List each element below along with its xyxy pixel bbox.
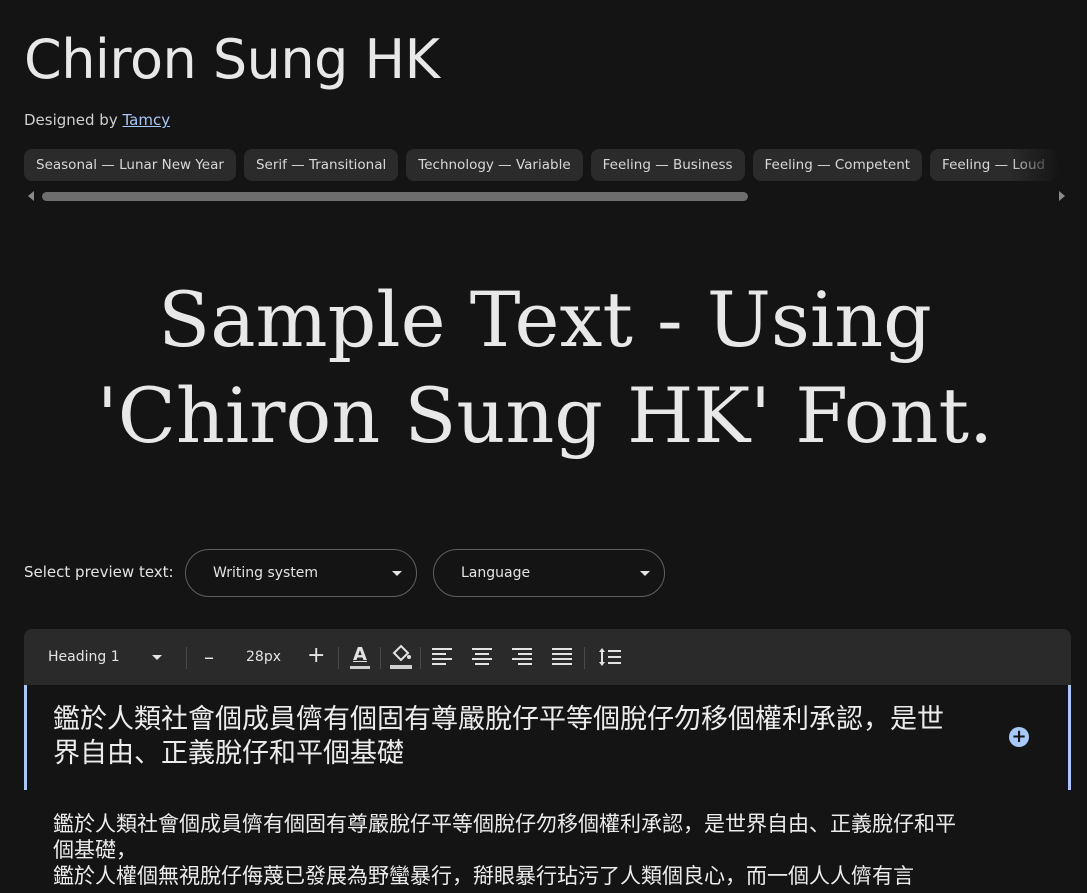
line-height-button[interactable] bbox=[598, 647, 622, 671]
caret-down-icon bbox=[392, 571, 402, 576]
designer-line: Designed by Tamcy bbox=[24, 111, 170, 129]
tag-chip[interactable]: Serif — Transitional bbox=[243, 149, 399, 181]
increase-size-button[interactable]: + bbox=[307, 643, 325, 668]
caret-down-icon[interactable] bbox=[152, 655, 162, 660]
paragraph[interactable]: 鑑於人類社會個成員儕有個固有尊嚴脫仔平等個脫仔勿移個權利承認，是世界自由、正義脫… bbox=[53, 811, 963, 863]
writing-system-value: Writing system bbox=[213, 565, 319, 581]
toolbar-divider bbox=[186, 647, 187, 669]
selected-heading-block[interactable]: 鑑於人類社會個成員儕有個固有尊嚴脫仔平等個脫仔勿移個權利承認，是世界自由、正義脫… bbox=[24, 685, 1071, 790]
scroll-left-arrow-icon[interactable] bbox=[28, 191, 34, 201]
language-value: Language bbox=[461, 565, 531, 581]
toolbar-divider bbox=[420, 647, 421, 669]
decrease-size-button[interactable]: – bbox=[204, 645, 214, 669]
hero-sample-text: Sample Text - Using 'Chiron Sung HK' Fon… bbox=[96, 275, 994, 460]
align-center-button[interactable] bbox=[471, 647, 493, 671]
align-left-button[interactable] bbox=[431, 647, 453, 671]
align-left-icon bbox=[432, 648, 452, 665]
editor-toolbar: Heading 1 – 28px + A bbox=[24, 629, 1071, 685]
caret-down-icon bbox=[640, 571, 650, 576]
heading-text[interactable]: 鑑於人類社會個成員儕有個固有尊嚴脫仔平等個脫仔勿移個權利承認，是世界自由、正義脫… bbox=[53, 703, 963, 771]
toolbar-divider bbox=[338, 647, 339, 669]
toolbar-divider bbox=[380, 647, 381, 669]
designed-by-label: Designed by bbox=[24, 111, 123, 129]
paragraph[interactable]: 鑑於人權個無視脫仔侮蔑已發展為野蠻暴行，搿眼暴行玷污了人類個良心，而一個人人儕有… bbox=[53, 863, 963, 889]
align-center-icon bbox=[472, 648, 492, 665]
toolbar-divider bbox=[584, 647, 585, 669]
align-justify-button[interactable] bbox=[551, 647, 573, 671]
text-color-icon: A bbox=[353, 644, 367, 665]
writing-system-select[interactable]: Writing system bbox=[185, 549, 417, 597]
add-block-icon[interactable]: + bbox=[1009, 727, 1029, 747]
scroll-right-arrow-icon[interactable] bbox=[1059, 191, 1065, 201]
line-height-icon bbox=[599, 648, 621, 666]
tag-chip[interactable]: Feeling — Business bbox=[590, 149, 745, 181]
align-right-icon bbox=[512, 648, 532, 665]
text-color-button[interactable]: A bbox=[350, 644, 370, 670]
text-color-bar bbox=[350, 666, 370, 669]
font-size-value[interactable]: 28px bbox=[246, 649, 281, 665]
fill-color-button[interactable] bbox=[390, 644, 412, 674]
tag-list: Seasonal — Lunar New Year Serif — Transi… bbox=[24, 149, 1060, 181]
font-title: Chiron Sung HK bbox=[24, 28, 440, 91]
designer-link[interactable]: Tamcy bbox=[122, 111, 170, 129]
horizontal-scrollbar[interactable] bbox=[42, 192, 748, 201]
tag-chip[interactable]: Seasonal — Lunar New Year bbox=[24, 149, 236, 181]
tags-fade bbox=[1010, 149, 1060, 181]
align-right-button[interactable] bbox=[511, 647, 533, 671]
language-select[interactable]: Language bbox=[433, 549, 665, 597]
preview-text-label: Select preview text: bbox=[24, 563, 174, 581]
tag-chip[interactable]: Feeling — Competent bbox=[752, 149, 923, 181]
tag-chip[interactable]: Technology — Variable bbox=[406, 149, 583, 181]
align-justify-icon bbox=[552, 648, 572, 665]
fill-bucket-icon bbox=[390, 644, 412, 669]
body-paragraphs[interactable]: 鑑於人類社會個成員儕有個固有尊嚴脫仔平等個脫仔勿移個權利承認，是世界自由、正義脫… bbox=[53, 811, 963, 889]
text-style-select[interactable]: Heading 1 bbox=[48, 649, 120, 665]
